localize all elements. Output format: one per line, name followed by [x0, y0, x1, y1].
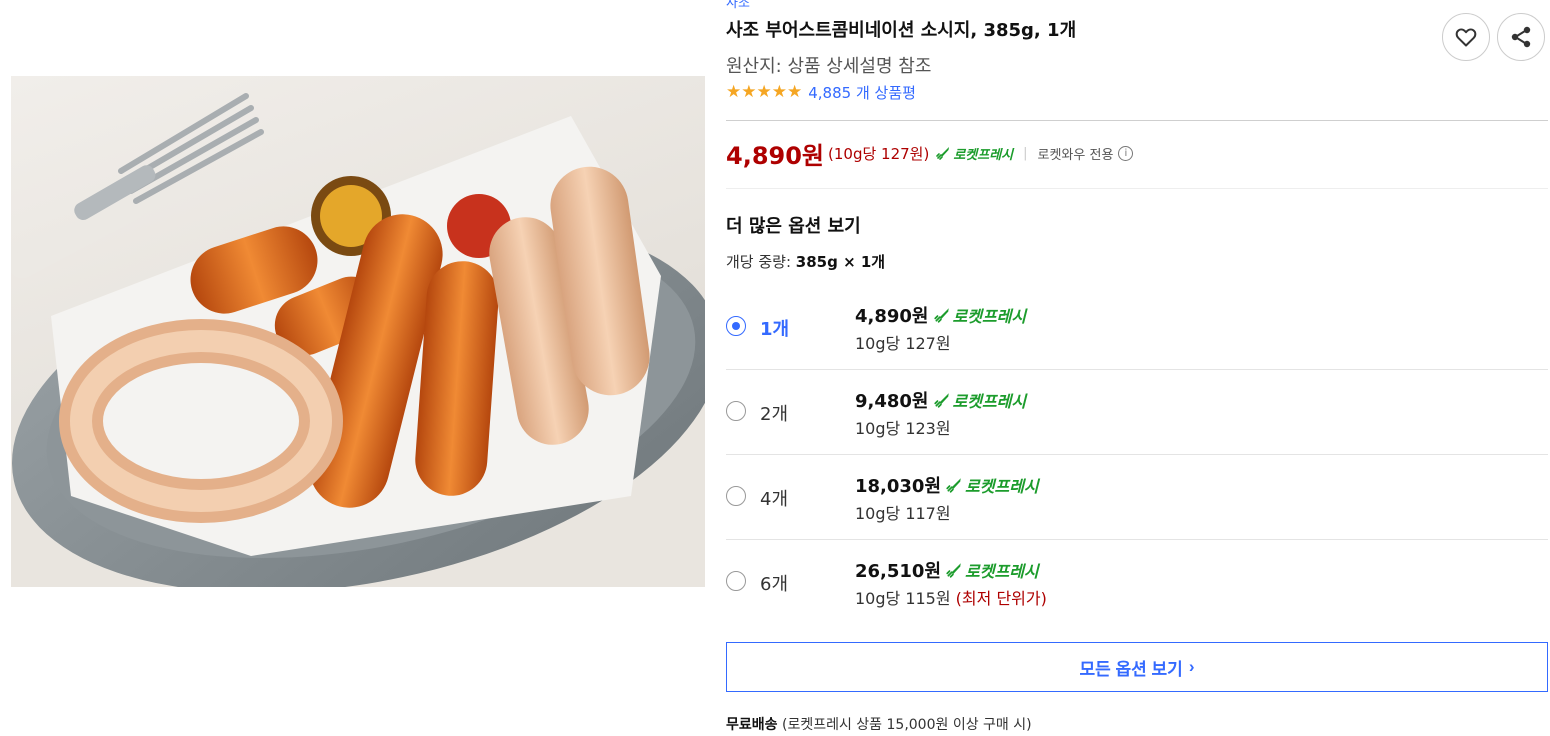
like-button[interactable]	[1442, 13, 1490, 61]
rocket-icon	[946, 563, 961, 578]
all-options-button[interactable]: 모든 옵션 보기 ›	[726, 642, 1548, 692]
chevron-right-icon: ›	[1188, 657, 1195, 676]
rocket-icon	[933, 393, 949, 408]
lowest-unit-price-note: (최저 단위가)	[950, 589, 1047, 608]
rocket-fresh-badge: 로켓프레시	[933, 303, 1027, 327]
option-price-line: 26,510원 로켓프레시	[855, 557, 1039, 583]
separator: |	[1023, 145, 1028, 161]
option-price: 26,510원	[855, 561, 942, 582]
origin-text: 원산지: 상품 상세설명 참조	[726, 56, 932, 77]
option-row-4[interactable]: 6개 26,510원 로켓프레시 10g당 115원 (최저 단위가)	[726, 540, 1548, 625]
shipping-info: 무료배송 (로켓프레시 상품 15,000원 이상 구매 시)	[726, 714, 1032, 734]
option-row-1[interactable]: 1개 4,890원 로켓프레시 10g당 127원	[726, 285, 1548, 370]
option-radio[interactable]	[726, 486, 746, 506]
more-options-heading: 더 많은 옵션 보기	[726, 216, 861, 237]
option-price: 18,030원	[855, 476, 942, 497]
rocket-fresh-badge: 로켓프레시	[945, 558, 1039, 582]
rating-row[interactable]: ★ ★ ★ ★ ★ 4,885 개 상품평	[726, 82, 916, 103]
rocket-fresh-label: 로켓프레시	[965, 477, 1039, 496]
option-price-line: 4,890원 로켓프레시	[855, 302, 1026, 328]
rocket-fresh-label: 로켓프레시	[965, 562, 1039, 581]
option-quantity: 2개	[760, 404, 789, 425]
unit-weight-value: 385g × 1개	[795, 253, 886, 271]
unit-price: (10g당 127원)	[828, 144, 930, 163]
option-quantity: 4개	[760, 489, 789, 510]
option-row-2[interactable]: 2개 9,480원 로켓프레시 10g당 123원	[726, 370, 1548, 455]
share-button[interactable]	[1497, 13, 1545, 61]
star-icon: ★	[771, 82, 787, 102]
option-price-line: 18,030원 로켓프레시	[855, 472, 1039, 498]
option-quantity: 1개	[760, 319, 790, 340]
product-info-panel: 사조 사조 부어스트콤비네이션 소시지, 385g, 1개 원산지: 상품 상세…	[726, 0, 1548, 736]
option-radio[interactable]	[726, 571, 746, 591]
option-unit-price: 10g당 123원	[855, 415, 951, 439]
option-radio[interactable]	[726, 316, 746, 336]
star-icon: ★	[726, 82, 742, 102]
share-icon	[1511, 26, 1531, 48]
info-circle-icon[interactable]: i	[1118, 145, 1134, 161]
rocket-fresh-badge: 로켓프레시	[933, 388, 1027, 412]
rocket-icon	[933, 308, 949, 323]
star-icon: ★	[756, 82, 772, 102]
star-rating: ★ ★ ★ ★ ★	[726, 84, 802, 101]
option-unit-text: 10g당 127원	[855, 334, 951, 353]
rocket-fresh-label: 로켓프레시	[952, 307, 1027, 326]
product-title: 사조 부어스트콤비네이션 소시지, 385g, 1개	[726, 20, 1077, 41]
option-unit-price: 10g당 127원	[855, 330, 951, 354]
divider	[726, 120, 1548, 121]
option-radio[interactable]	[726, 401, 746, 421]
unit-weight-label: 개당 중량:	[726, 253, 796, 271]
option-row-3[interactable]: 4개 18,030원 로켓프레시 10g당 117원	[726, 455, 1548, 540]
product-image[interactable]	[11, 76, 705, 587]
review-count-link[interactable]: 4,885 개 상품평	[808, 82, 916, 103]
option-unit-text: 10g당 117원	[855, 504, 951, 523]
all-options-label: 모든 옵션 보기	[1079, 659, 1183, 679]
rocket-fresh-badge: 로켓프레시	[935, 144, 1013, 163]
option-price-line: 9,480원 로켓프레시	[855, 387, 1026, 413]
option-unit-price: 10g당 117원	[855, 500, 951, 524]
star-icon: ★	[787, 82, 803, 102]
divider	[726, 188, 1548, 189]
rocket-icon	[946, 478, 961, 493]
option-unit-price: 10g당 115원 (최저 단위가)	[855, 585, 1047, 609]
option-price: 9,480원	[855, 391, 929, 412]
rocket-fresh-label: 로켓프레시	[953, 147, 1014, 163]
rocket-icon	[936, 147, 950, 160]
main-price: 4,890원	[726, 141, 824, 170]
option-price: 4,890원	[855, 306, 929, 327]
price-row: 4,890원 (10g당 127원) 로켓프레시 | 로켓와우 전용 i	[726, 136, 1134, 170]
rocket-fresh-badge: 로켓프레시	[945, 473, 1039, 497]
option-quantity: 6개	[760, 574, 789, 595]
heart-icon	[1455, 28, 1477, 47]
option-unit-text: 10g당 115원	[855, 589, 951, 608]
rocket-fresh-label: 로켓프레시	[952, 392, 1027, 411]
star-icon: ★	[741, 82, 757, 102]
option-unit-text: 10g당 123원	[855, 419, 951, 438]
shipping-condition: (로켓프레시 상품 15,000원 이상 구매 시)	[777, 717, 1032, 733]
free-shipping-label: 무료배송	[726, 717, 778, 733]
rocket-wow-only-text: 로켓와우 전용	[1037, 147, 1114, 163]
unit-weight-line: 개당 중량: 385g × 1개	[726, 251, 885, 272]
brand-link[interactable]: 사조	[726, 0, 750, 11]
